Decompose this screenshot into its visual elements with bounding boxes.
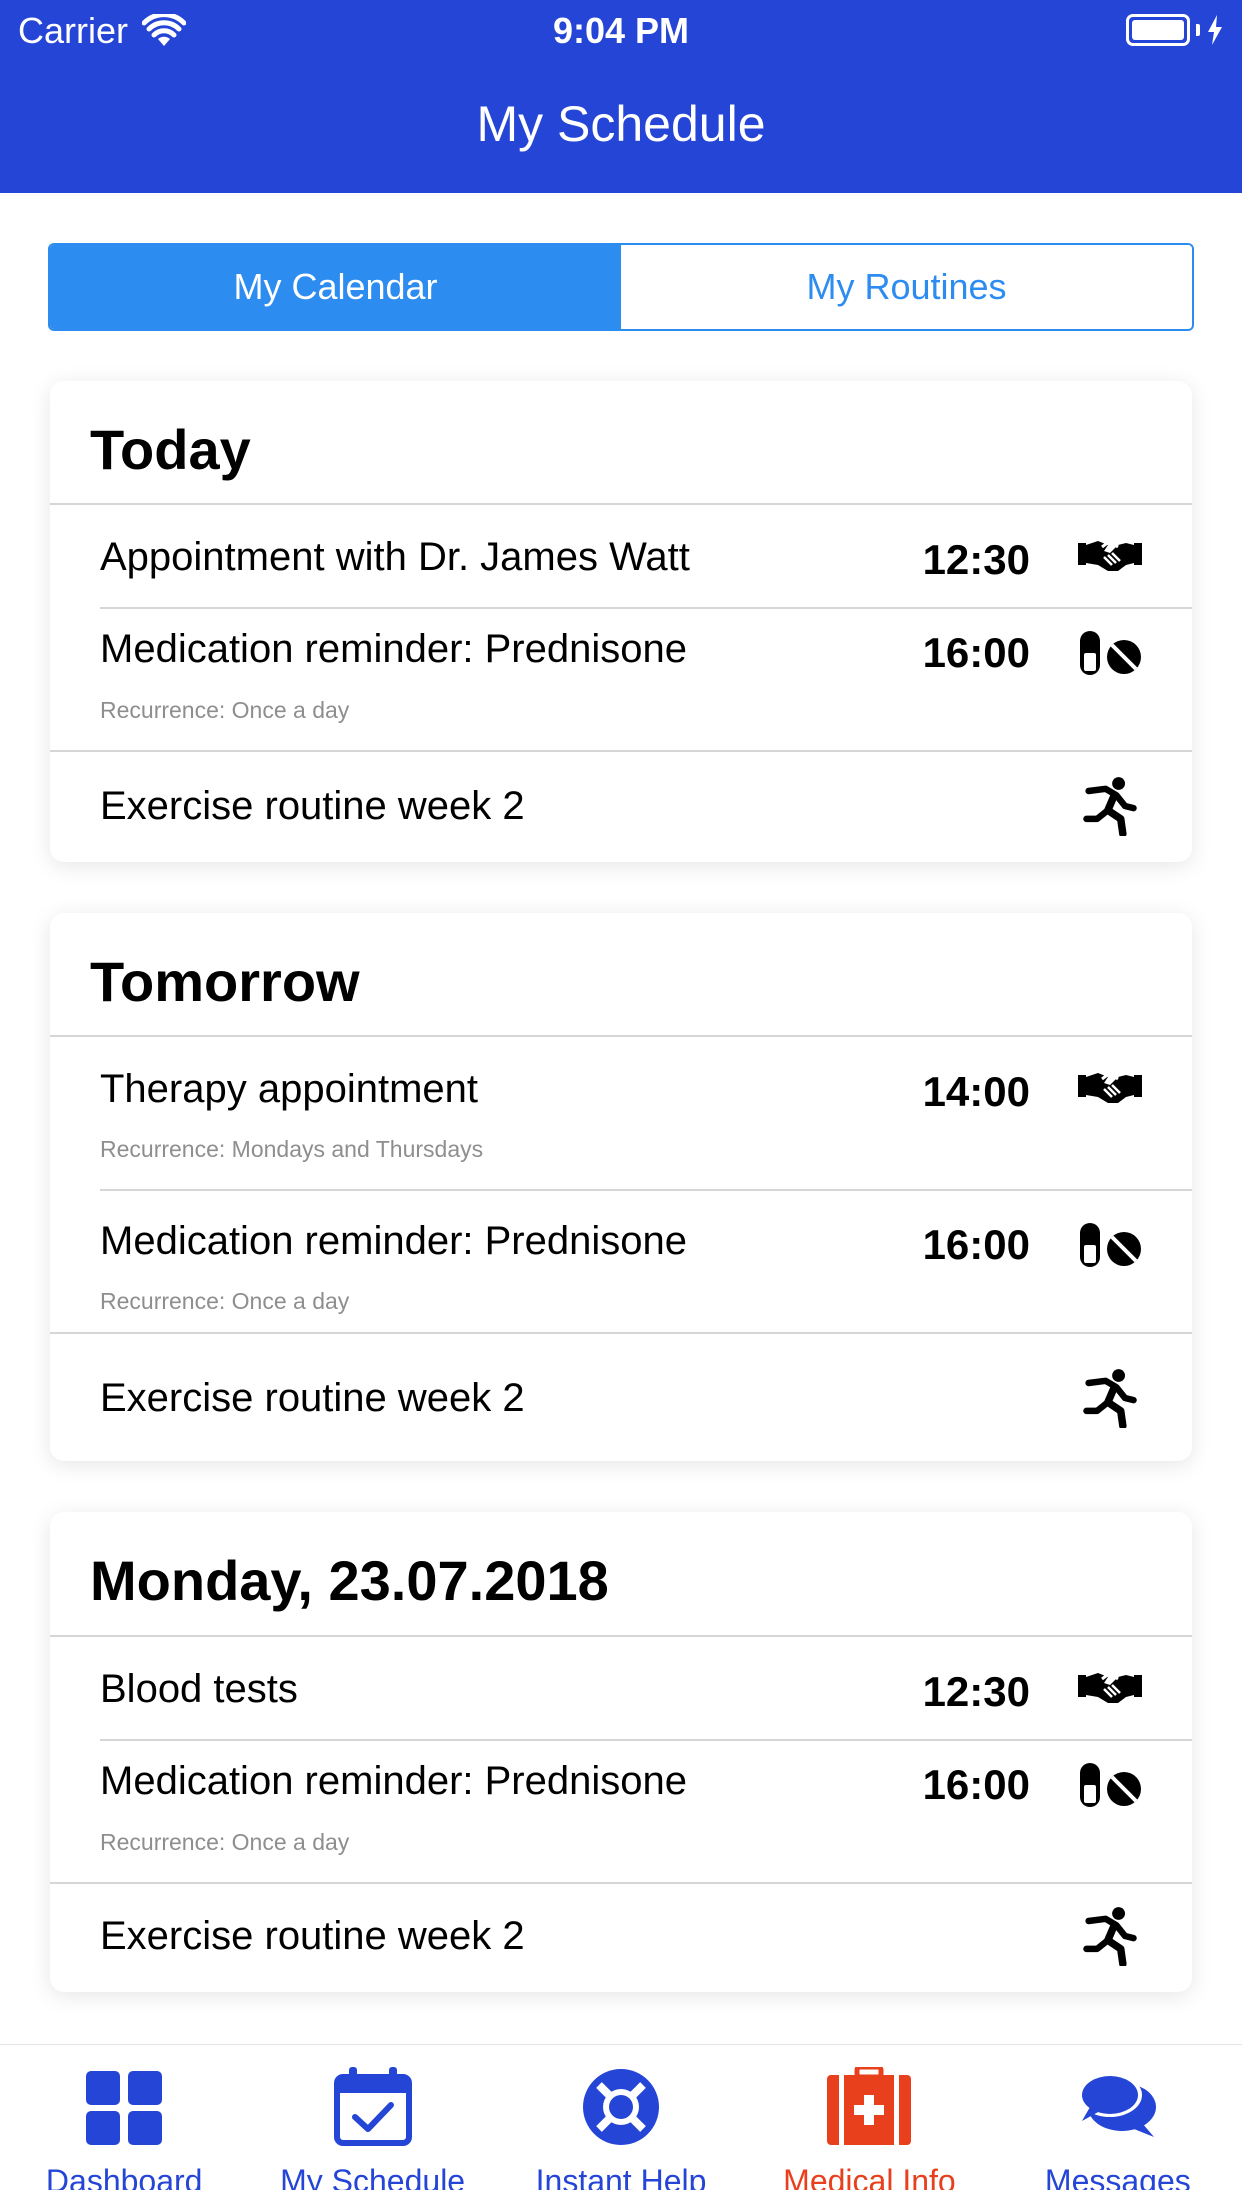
handshake-icon <box>1078 1057 1142 1117</box>
handshake-icon <box>1078 1657 1142 1717</box>
status-time: 9:04 PM <box>552 10 690 51</box>
tab-my-calendar[interactable]: My Calendar <box>50 245 621 329</box>
schedule-item[interactable]: Exercise routine week 2 <box>50 1334 1192 1461</box>
schedule-item[interactable]: Therapy appointment Recurrence: Mondays … <box>50 1037 1192 1189</box>
pills-icon <box>1078 1755 1142 1815</box>
tab-medical-info[interactable]: Medical Info <box>745 2045 993 2190</box>
tab-my-schedule[interactable]: My Schedule <box>248 2045 496 2190</box>
tab-label: My Schedule <box>280 2163 466 2190</box>
running-icon <box>1078 776 1142 836</box>
lifebuoy-icon <box>583 2069 660 2145</box>
tab-my-routines[interactable]: My Routines <box>621 245 1192 329</box>
day-card-tomorrow: Tomorrow Therapy appointment Recurrence:… <box>50 913 1192 1461</box>
item-title: Exercise routine week 2 <box>100 1376 525 1420</box>
schedule-item[interactable]: Exercise routine week 2 <box>50 1884 1192 1992</box>
schedule-item[interactable]: Appointment with Dr. James Watt 12:30 <box>50 505 1192 607</box>
pills-icon <box>1078 623 1142 683</box>
tab-label: Medical Info <box>783 2163 956 2190</box>
handshake-icon <box>1078 525 1142 585</box>
item-time: 12:30 <box>922 1668 1030 1715</box>
tab-label: Instant Help <box>535 2163 707 2190</box>
dashboard-grid-icon <box>86 2071 163 2145</box>
item-recurrence: Recurrence: Once a day <box>100 1829 350 1855</box>
battery-icon <box>1126 14 1224 46</box>
day-heading: Tomorrow <box>90 950 360 1013</box>
schedule-item[interactable]: Medication reminder: Prednisone Recurren… <box>50 1191 1192 1332</box>
item-title: Medication reminder: Prednisone <box>100 1759 687 1803</box>
tab-dashboard[interactable]: Dashboard <box>0 2045 248 2190</box>
item-title: Medication reminder: Prednisone <box>100 627 687 671</box>
medical-kit-icon <box>827 2067 912 2145</box>
schedule-item[interactable]: Medication reminder: Prednisone Recurren… <box>50 609 1192 750</box>
calendar-check-icon <box>333 2067 412 2146</box>
segmented-control: My Calendar My Routines <box>48 243 1194 331</box>
item-time: 16:00 <box>922 629 1030 676</box>
day-card-monday: Monday, 23.07.2018 Blood tests 12:30 Med… <box>50 1512 1192 1992</box>
running-icon <box>1078 1906 1142 1966</box>
tab-label: Messages <box>1044 2163 1191 2190</box>
item-recurrence: Recurrence: Once a day <box>100 1288 350 1314</box>
item-time: 16:00 <box>922 1221 1030 1268</box>
schedule-item[interactable]: Medication reminder: Prednisone Recurren… <box>50 1741 1192 1882</box>
charging-bolt-icon <box>1208 15 1222 45</box>
tab-messages[interactable]: Messages <box>994 2045 1242 2190</box>
page-title: My Schedule <box>476 96 766 152</box>
schedule-item[interactable]: Exercise routine week 2 <box>50 752 1192 862</box>
item-title: Therapy appointment <box>100 1067 479 1111</box>
item-recurrence: Recurrence: Once a day <box>100 697 350 723</box>
day-heading: Monday, 23.07.2018 <box>90 1549 609 1612</box>
item-title: Exercise routine week 2 <box>100 784 525 828</box>
top-bar: Carrier 9:04 PM My Schedule <box>0 0 1242 193</box>
pills-icon <box>1078 1215 1142 1275</box>
item-time: 12:30 <box>922 536 1030 583</box>
schedule-item[interactable]: Blood tests 12:30 <box>50 1637 1192 1739</box>
item-title: Exercise routine week 2 <box>100 1914 525 1958</box>
item-title: Medication reminder: Prednisone <box>100 1219 687 1263</box>
tab-instant-help[interactable]: Instant Help <box>497 2045 745 2190</box>
status-bar: Carrier 9:04 PM <box>0 0 1242 60</box>
running-icon <box>1078 1368 1142 1428</box>
item-time: 14:00 <box>922 1068 1030 1115</box>
item-title: Blood tests <box>100 1667 298 1711</box>
chat-bubbles-icon <box>1077 2073 1156 2137</box>
tab-label: Dashboard <box>45 2163 203 2190</box>
item-title: Appointment with Dr. James Watt <box>100 535 690 579</box>
item-time: 16:00 <box>922 1761 1030 1808</box>
day-heading: Today <box>90 418 251 481</box>
day-card-today: Today Appointment with Dr. James Watt 12… <box>50 381 1192 862</box>
item-recurrence: Recurrence: Mondays and Thursdays <box>100 1136 484 1162</box>
bottom-tab-bar: Dashboard My Schedule Instant Help Medic… <box>0 2044 1242 2190</box>
